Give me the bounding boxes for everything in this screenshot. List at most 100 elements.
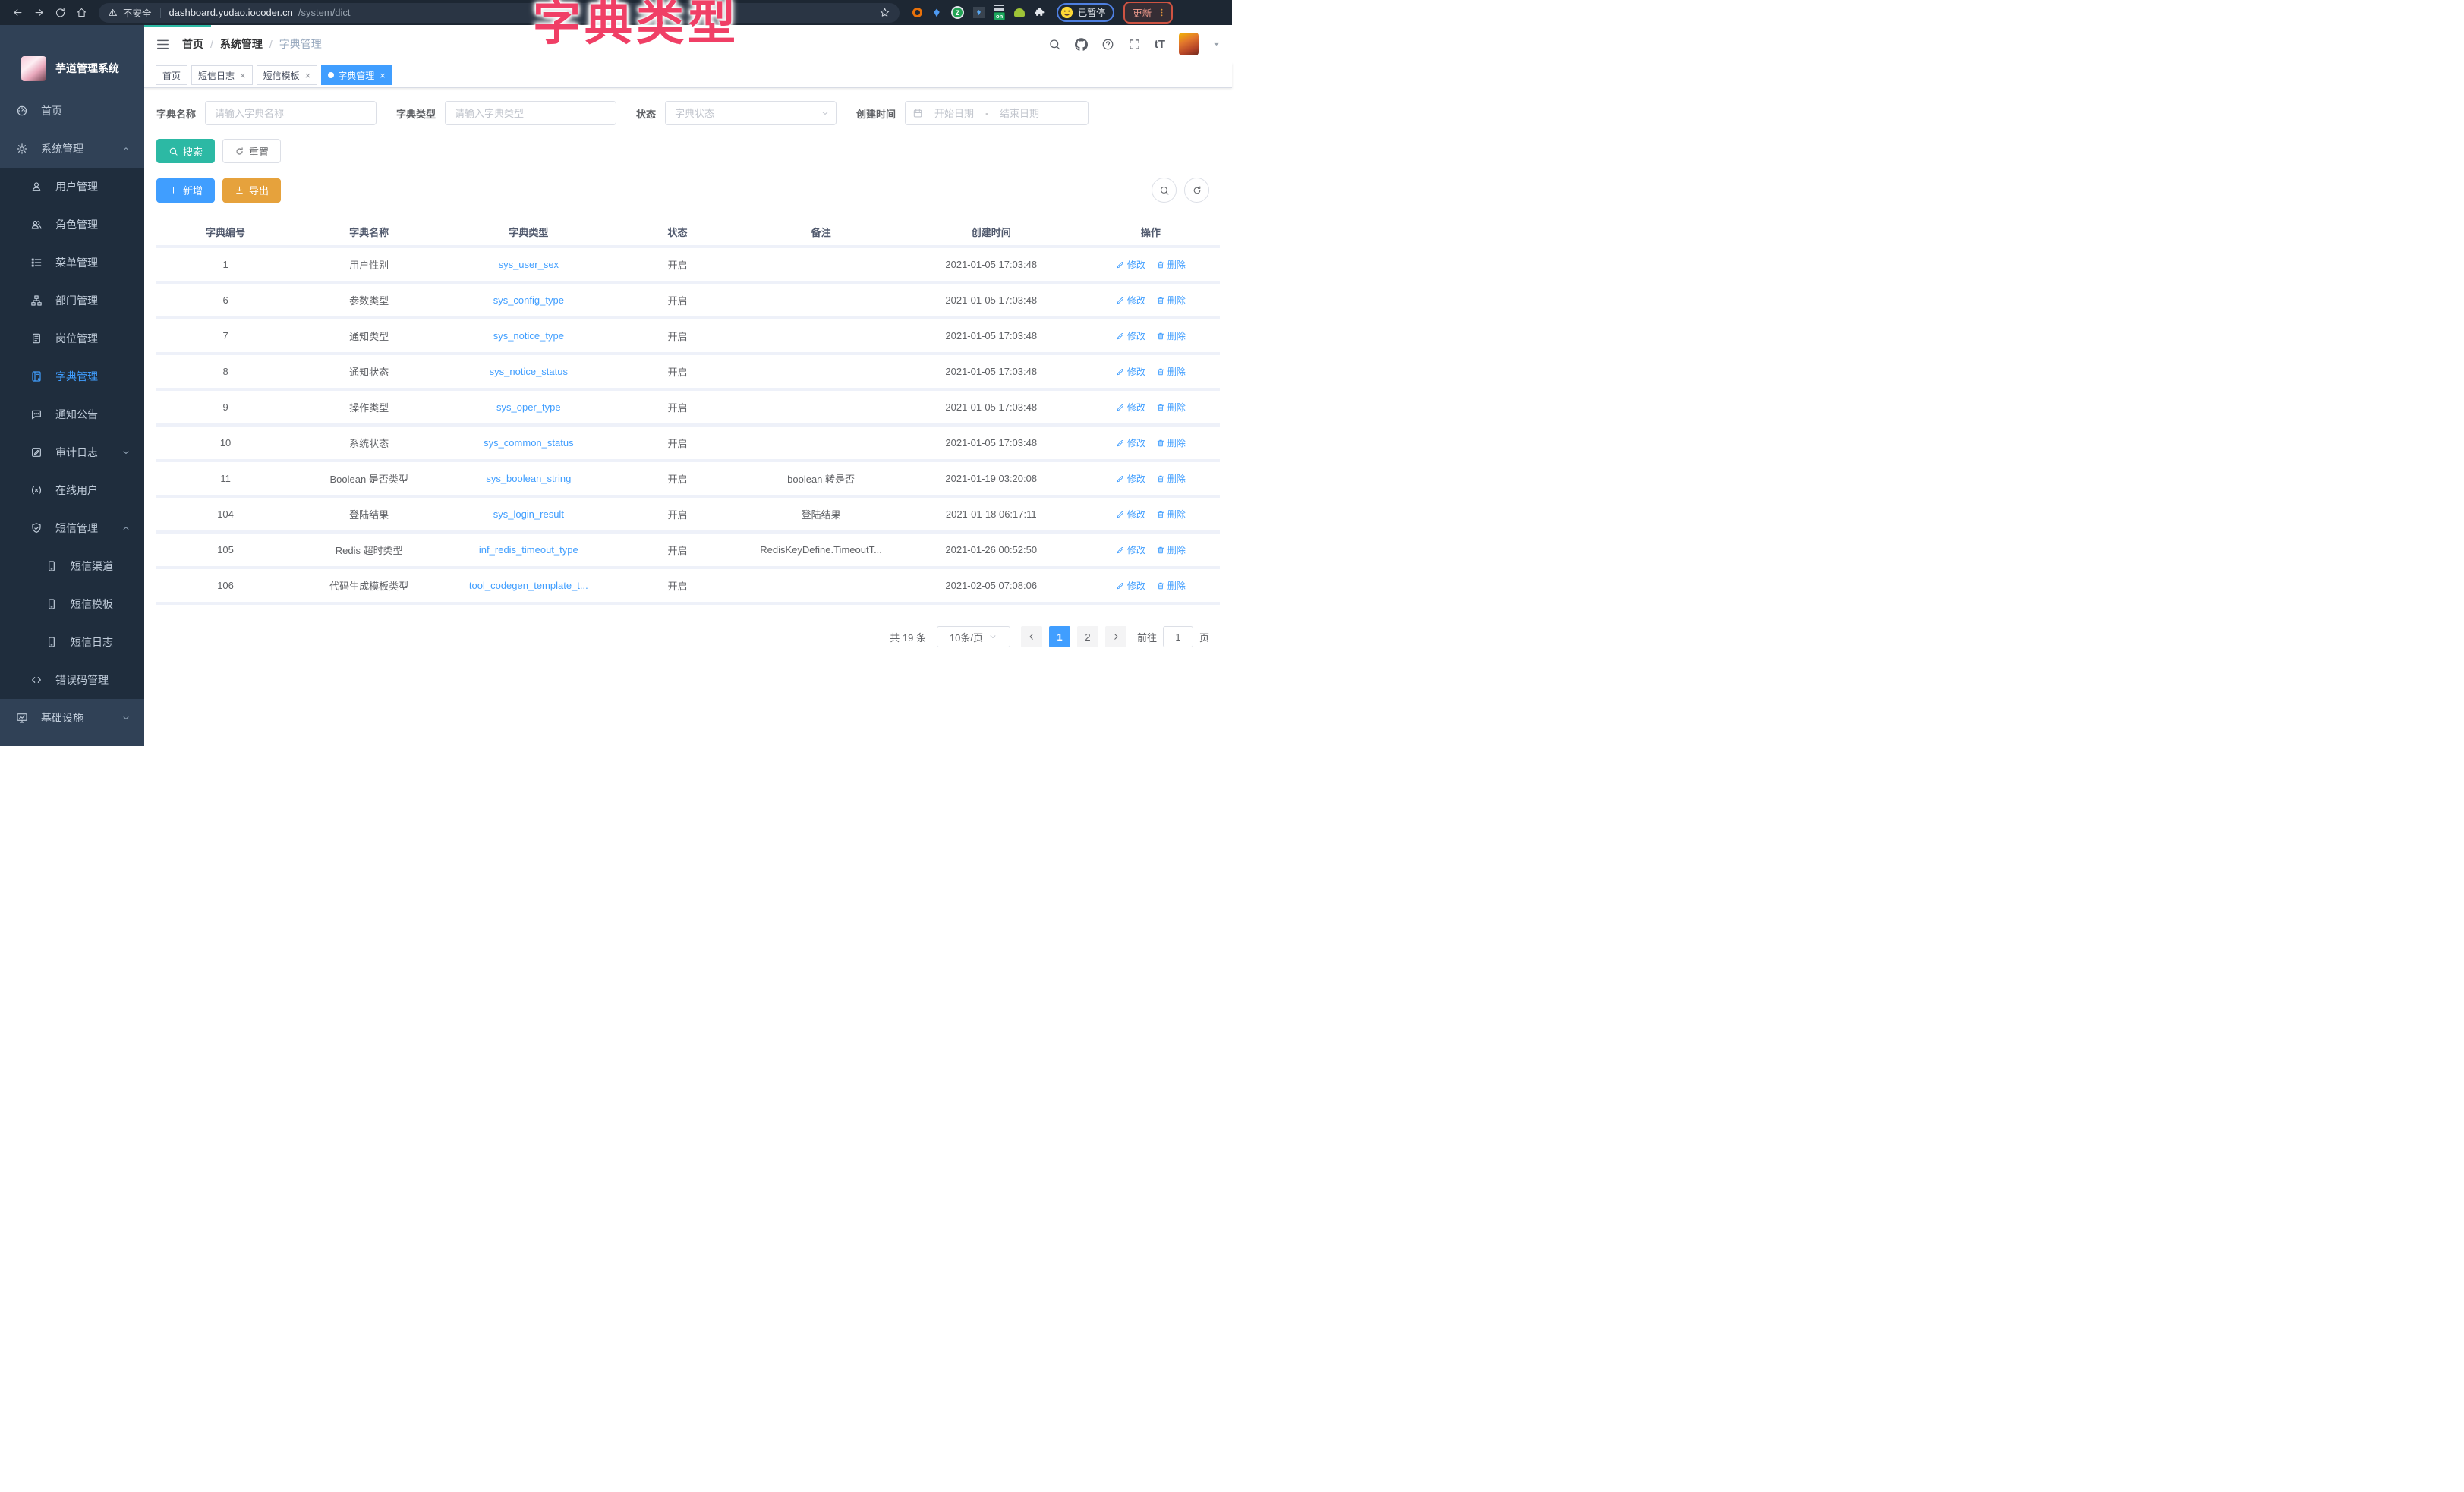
avatar-caret-down-icon[interactable] [1212,40,1221,49]
bookmark-star-icon[interactable] [879,7,890,18]
extension-list-on-icon[interactable]: on [994,5,1005,20]
breadcrumb-item[interactable]: 系统管理 [220,36,263,52]
dict-name-input[interactable] [205,101,377,125]
help-icon[interactable] [1101,38,1114,51]
close-icon[interactable]: × [240,71,246,80]
sidebar-item-dept-management[interactable]: 部门管理 [0,282,144,319]
edit-link[interactable]: 修改 [1116,472,1145,485]
breadcrumb-item[interactable]: 首页 [182,36,203,52]
extensions-puzzle-icon[interactable] [1034,7,1045,18]
start-date-input[interactable] [926,108,982,119]
page-size-select[interactable]: 10条/页 [937,626,1010,647]
delete-link[interactable]: 删除 [1156,401,1186,414]
browser-menu-dots-icon[interactable] [1157,8,1167,17]
refresh-table-button[interactable] [1184,178,1209,203]
extension-green-circle-icon[interactable]: Z [951,6,964,19]
profile-paused-pill[interactable]: 已暂停 [1057,3,1114,22]
delete-link[interactable]: 删除 [1156,543,1186,556]
browser-update-button[interactable]: 更新 [1123,2,1173,24]
export-button[interactable]: 导出 [222,178,281,203]
sidebar-item-sms-management[interactable]: 短信管理 [0,509,144,547]
sidebar-item-infrastructure[interactable]: 基础设施 [0,699,144,737]
page-button-2[interactable]: 2 [1077,626,1098,647]
delete-link[interactable]: 删除 [1156,508,1186,521]
date-range-picker[interactable]: - [905,101,1089,125]
delete-link[interactable]: 删除 [1156,294,1186,307]
search-button[interactable]: 搜索 [156,139,215,163]
toggle-search-button[interactable] [1152,178,1177,203]
cell-dict-type-link[interactable]: sys_user_sex [443,259,613,270]
cell-dict-type-link[interactable]: sys_notice_status [443,366,613,377]
extension-robot-icon[interactable] [1014,8,1025,17]
close-icon[interactable]: × [305,71,311,80]
status-select[interactable] [665,101,837,125]
edit-link[interactable]: 修改 [1116,329,1145,342]
cell-dict-type-link[interactable]: tool_codegen_template_t... [443,580,613,591]
goto-page-input[interactable] [1163,626,1193,647]
sidebar-item-online-users[interactable]: 在线用户 [0,471,144,509]
sidebar-item-notice-announcement[interactable]: 通知公告 [0,395,144,433]
delete-link[interactable]: 删除 [1156,258,1186,271]
tab-sms-log[interactable]: 短信日志× [191,65,253,85]
edit-link[interactable]: 修改 [1116,401,1145,414]
fullscreen-icon[interactable] [1128,38,1141,51]
delete-link[interactable]: 删除 [1156,579,1186,592]
sidebar-item-sms-channel[interactable]: 短信渠道 [0,547,144,585]
add-button[interactable]: 新增 [156,178,215,203]
status-select-input[interactable] [665,101,837,125]
github-icon[interactable] [1075,38,1088,51]
page-button-1[interactable]: 1 [1049,626,1070,647]
back-icon[interactable] [8,3,27,23]
tab-sms-template[interactable]: 短信模板× [257,65,318,85]
sidebar-item-sms-template[interactable]: 短信模板 [0,585,144,623]
sidebar-item-post-management[interactable]: 岗位管理 [0,319,144,357]
search-icon[interactable] [1048,38,1061,51]
cell-dict-type-link[interactable]: sys_notice_type [443,330,613,342]
sidebar-item-audit-log[interactable]: 审计日志 [0,433,144,471]
edit-link[interactable]: 修改 [1116,543,1145,556]
sidebar-item-home[interactable]: 首页 [0,92,144,130]
edit-link[interactable]: 修改 [1116,258,1145,271]
app-logo[interactable]: 芋道管理系统 [0,25,144,92]
edit-link[interactable]: 修改 [1116,436,1145,449]
cell-dict-type-link[interactable]: inf_redis_timeout_type [443,544,613,556]
delete-link[interactable]: 删除 [1156,472,1186,485]
extension-blue-gem-icon[interactable] [931,8,942,18]
reset-button[interactable]: 重置 [222,139,281,163]
address-bar[interactable]: 不安全 dashboard.yudao.iocoder.cn/system/di… [99,3,900,23]
sidebar-item-user-management[interactable]: 用户管理 [0,168,144,206]
next-page-button[interactable] [1105,626,1126,647]
extension-orange-ring-icon[interactable] [912,8,922,17]
delete-link[interactable]: 删除 [1156,436,1186,449]
home-icon[interactable] [71,3,91,23]
sidebar-item-error-code-management[interactable]: 错误码管理 [0,661,144,699]
reload-icon[interactable] [50,3,70,23]
cell-dict-type-link[interactable]: sys_config_type [443,294,613,306]
close-icon[interactable]: × [380,71,386,80]
cell-dict-type-link[interactable]: sys_login_result [443,508,613,520]
extension-dark-box-icon[interactable] [973,7,985,18]
sidebar-item-sms-log[interactable]: 短信日志 [0,623,144,661]
font-size-icon[interactable] [1155,38,1165,51]
prev-page-button[interactable] [1021,626,1042,647]
tab-home[interactable]: 首页 [156,65,187,85]
delete-link[interactable]: 删除 [1156,329,1186,342]
edit-link[interactable]: 修改 [1116,294,1145,307]
edit-link[interactable]: 修改 [1116,508,1145,521]
edit-link[interactable]: 修改 [1116,579,1145,592]
edit-link[interactable]: 修改 [1116,365,1145,378]
dict-type-input[interactable] [445,101,616,125]
user-avatar[interactable] [1179,33,1199,55]
cell-dict-type-link[interactable]: sys_oper_type [443,401,613,413]
hamburger-icon[interactable] [156,37,170,52]
insecure-warning-icon[interactable] [108,8,118,17]
sidebar-item-menu-management[interactable]: 菜单管理 [0,244,144,282]
delete-link[interactable]: 删除 [1156,365,1186,378]
cell-dict-type-link[interactable]: sys_common_status [443,437,613,449]
end-date-input[interactable] [991,108,1048,119]
sidebar-item-system-management[interactable]: 系统管理 [0,130,144,168]
sidebar-item-role-management[interactable]: 角色管理 [0,206,144,244]
forward-icon[interactable] [29,3,49,23]
cell-dict-type-link[interactable]: sys_boolean_string [443,473,613,484]
sidebar-item-dict-management[interactable]: 字典管理 [0,357,144,395]
